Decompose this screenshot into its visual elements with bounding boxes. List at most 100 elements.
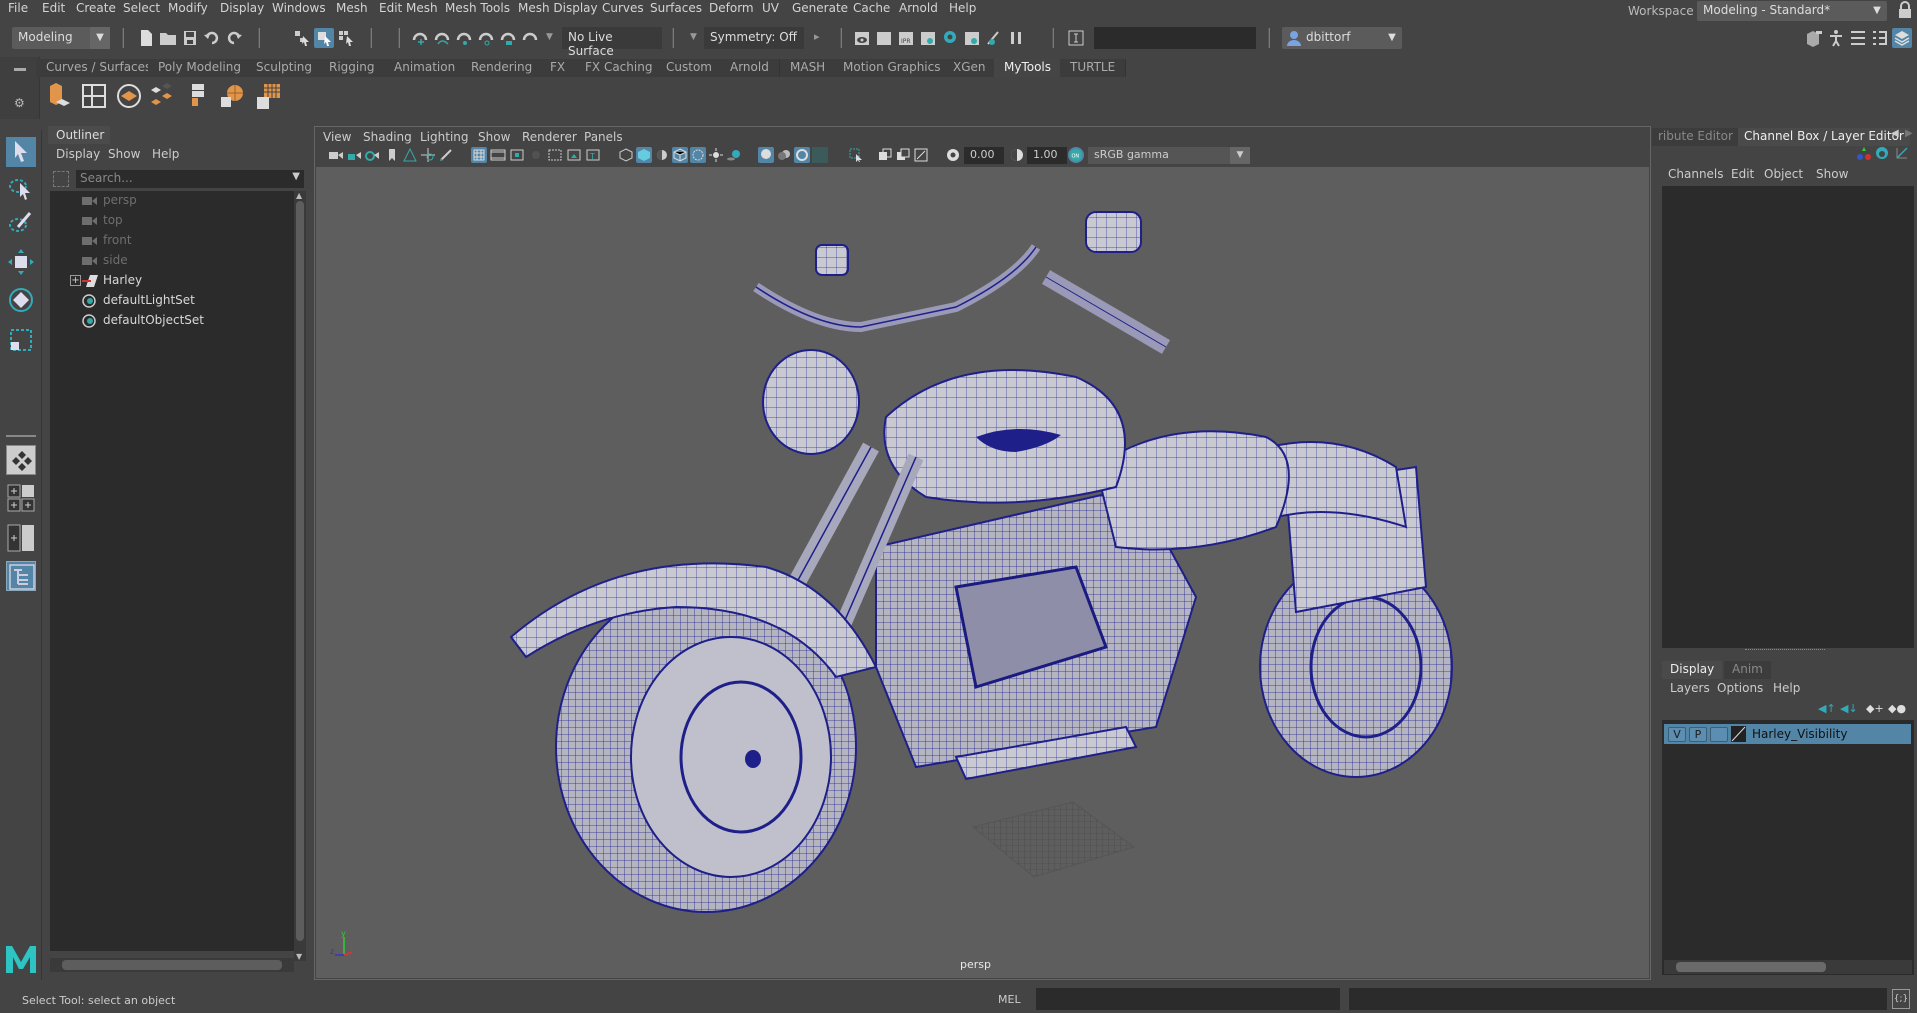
anti-aliasing-icon[interactable] <box>794 147 810 163</box>
menu-mesh[interactable]: Mesh <box>336 1 368 15</box>
grid-toggle-icon[interactable] <box>471 147 487 163</box>
color-space-dropdown[interactable]: sRGB gamma ▼ <box>1088 147 1250 164</box>
human-ik-icon[interactable] <box>1826 28 1846 48</box>
outliner-filter-icon[interactable] <box>53 171 69 187</box>
layer-name[interactable]: Harley_Visibility <box>1752 727 1847 741</box>
lasso-select-icon[interactable] <box>6 173 36 203</box>
uv-unfold-icon[interactable] <box>184 82 212 110</box>
select-camera-icon[interactable] <box>328 147 344 163</box>
outliner-tab[interactable]: Outliner <box>48 126 110 144</box>
snap-view-plane-icon[interactable] <box>498 28 518 48</box>
scrollbar-thumb[interactable] <box>62 960 282 970</box>
tab-scroll-right-icon[interactable]: ▶ <box>1905 128 1913 139</box>
menu-create[interactable]: Create <box>76 1 116 15</box>
menu-windows[interactable]: Windows <box>272 1 326 15</box>
snap-curve-icon[interactable] <box>432 28 452 48</box>
channel-menu-edit[interactable]: Edit <box>1731 167 1754 181</box>
render-current-frame-icon[interactable] <box>874 28 894 48</box>
field-chart-icon[interactable] <box>547 147 563 163</box>
ipr-render-icon[interactable]: IPR <box>896 28 916 48</box>
menu-uv[interactable]: UV <box>762 1 779 15</box>
outliner-item-top[interactable]: top <box>50 211 290 231</box>
shelf-tab-curves-surfaces[interactable]: Curves / Surfaces <box>36 59 163 77</box>
pause-viewport-icon[interactable] <box>1006 28 1026 48</box>
viewport-menu-lighting[interactable]: Lighting <box>420 130 469 144</box>
two-pane-layout-icon[interactable] <box>6 523 36 553</box>
render-settings-icon[interactable] <box>918 28 938 48</box>
shelf-tab-arnold[interactable]: Arnold <box>720 59 780 77</box>
camera-attributes-icon[interactable] <box>364 147 380 163</box>
chevron-down-icon[interactable]: ▼ <box>292 171 300 182</box>
open-scene-icon[interactable] <box>158 28 178 48</box>
exposure-icon[interactable] <box>945 147 961 163</box>
live-surface-field[interactable]: No Live Surface <box>562 27 662 58</box>
input-line-icon[interactable] <box>1066 28 1086 48</box>
gate-mask-icon[interactable] <box>528 147 544 163</box>
shelf-tab-mytools[interactable]: MyTools <box>994 59 1063 77</box>
layer-menu-layers[interactable]: Layers <box>1670 681 1710 695</box>
speed-icon[interactable] <box>1875 146 1889 160</box>
layer-tab-display[interactable]: Display <box>1662 661 1723 679</box>
outliner-item-persp[interactable]: persp <box>50 191 290 211</box>
use-all-lights-icon[interactable] <box>708 147 724 163</box>
outliner-vertical-scrollbar[interactable]: ▲ ▼ <box>294 191 306 961</box>
outliner-item-harley[interactable]: + Harley <box>50 271 290 291</box>
shelf-tab-rendering[interactable]: Rendering <box>461 59 544 77</box>
2d-pan-zoom-icon[interactable] <box>420 147 436 163</box>
film-gate-icon[interactable] <box>490 147 506 163</box>
hyperbolic-icon[interactable] <box>1895 146 1909 160</box>
lock-icon[interactable] <box>1898 1 1912 19</box>
shelf-tabs-menu-icon[interactable] <box>14 68 26 71</box>
shelf-tab-poly-modeling[interactable]: Poly Modeling <box>148 59 252 77</box>
render-setup-icon[interactable] <box>962 28 982 48</box>
snap-point-icon[interactable] <box>454 28 474 48</box>
modeling-toolkit-icon[interactable] <box>1804 28 1824 48</box>
undo-icon[interactable] <box>202 28 222 48</box>
menu-help[interactable]: Help <box>949 1 976 15</box>
scrollbar-thumb[interactable] <box>296 201 304 941</box>
viewport-menu-panels[interactable]: Panels <box>584 130 623 144</box>
paint-select-icon[interactable] <box>6 209 36 239</box>
layer-tab-anim[interactable]: Anim <box>1724 661 1771 679</box>
scale-tool-icon[interactable] <box>6 325 36 355</box>
move-layer-down-icon[interactable]: ◀↓ <box>1840 702 1858 715</box>
four-view-layout-icon[interactable] <box>6 483 36 513</box>
viewport-menu-view[interactable]: View <box>323 130 351 144</box>
viewport-menu-shading[interactable]: Shading <box>363 130 412 144</box>
layer-visibility-toggle[interactable]: V <box>1668 727 1686 742</box>
xray-active-components-icon[interactable] <box>895 147 911 163</box>
chevron-right-icon[interactable]: ▸ <box>814 30 820 43</box>
motorcycle-model[interactable] <box>316 167 1649 978</box>
light-editor-icon[interactable] <box>984 28 1004 48</box>
spherical-map-icon[interactable] <box>218 82 246 110</box>
menu-generate[interactable]: Generate <box>792 1 848 15</box>
menu-select[interactable]: Select <box>123 1 160 15</box>
screen-space-ao-icon[interactable] <box>758 147 774 163</box>
shadows-icon[interactable] <box>726 147 742 163</box>
shelf-tab-rigging[interactable]: Rigging <box>319 59 386 77</box>
uv-layout-icon[interactable] <box>115 82 143 110</box>
channel-box-toggle-icon[interactable] <box>1892 28 1912 48</box>
menu-mesh-display[interactable]: Mesh Display <box>518 1 598 15</box>
menu-edit[interactable]: Edit <box>42 1 65 15</box>
resolution-gate-icon[interactable] <box>509 147 525 163</box>
move-layer-up-icon[interactable]: ◀↑ <box>1818 702 1836 715</box>
symmetry-field[interactable]: Symmetry: Off <box>704 27 804 49</box>
tab-channel-box-layer-editor[interactable]: Channel Box / Layer Editor <box>1738 128 1910 146</box>
multi-cut-icon[interactable] <box>80 82 108 110</box>
chevron-down-icon[interactable]: ▼ <box>546 32 553 42</box>
outliner-menu-display[interactable]: Display <box>56 147 100 161</box>
create-layer-from-selected-icon[interactable]: ◆● <box>1888 702 1906 715</box>
shelf-tab-fx[interactable]: FX <box>540 59 577 77</box>
layer-playback-toggle[interactable]: P <box>1689 727 1707 742</box>
outliner-item-defaultobjectset[interactable]: defaultObjectSet <box>50 311 290 331</box>
channel-menu-channels[interactable]: Channels <box>1668 167 1724 181</box>
tab-scroll-left-icon[interactable]: ◀ <box>1891 128 1899 139</box>
layer-menu-options[interactable]: Options <box>1717 681 1763 695</box>
script-editor-button[interactable]: {;} <box>1892 989 1910 1009</box>
menu-file[interactable]: File <box>8 1 28 15</box>
wireframe-icon[interactable] <box>618 147 634 163</box>
tool-settings-toggle-icon[interactable] <box>1870 28 1890 48</box>
shelf-settings-gear-icon[interactable]: ⚙ <box>14 96 25 110</box>
tab-attribute-editor[interactable]: ribute Editor <box>1652 128 1739 146</box>
